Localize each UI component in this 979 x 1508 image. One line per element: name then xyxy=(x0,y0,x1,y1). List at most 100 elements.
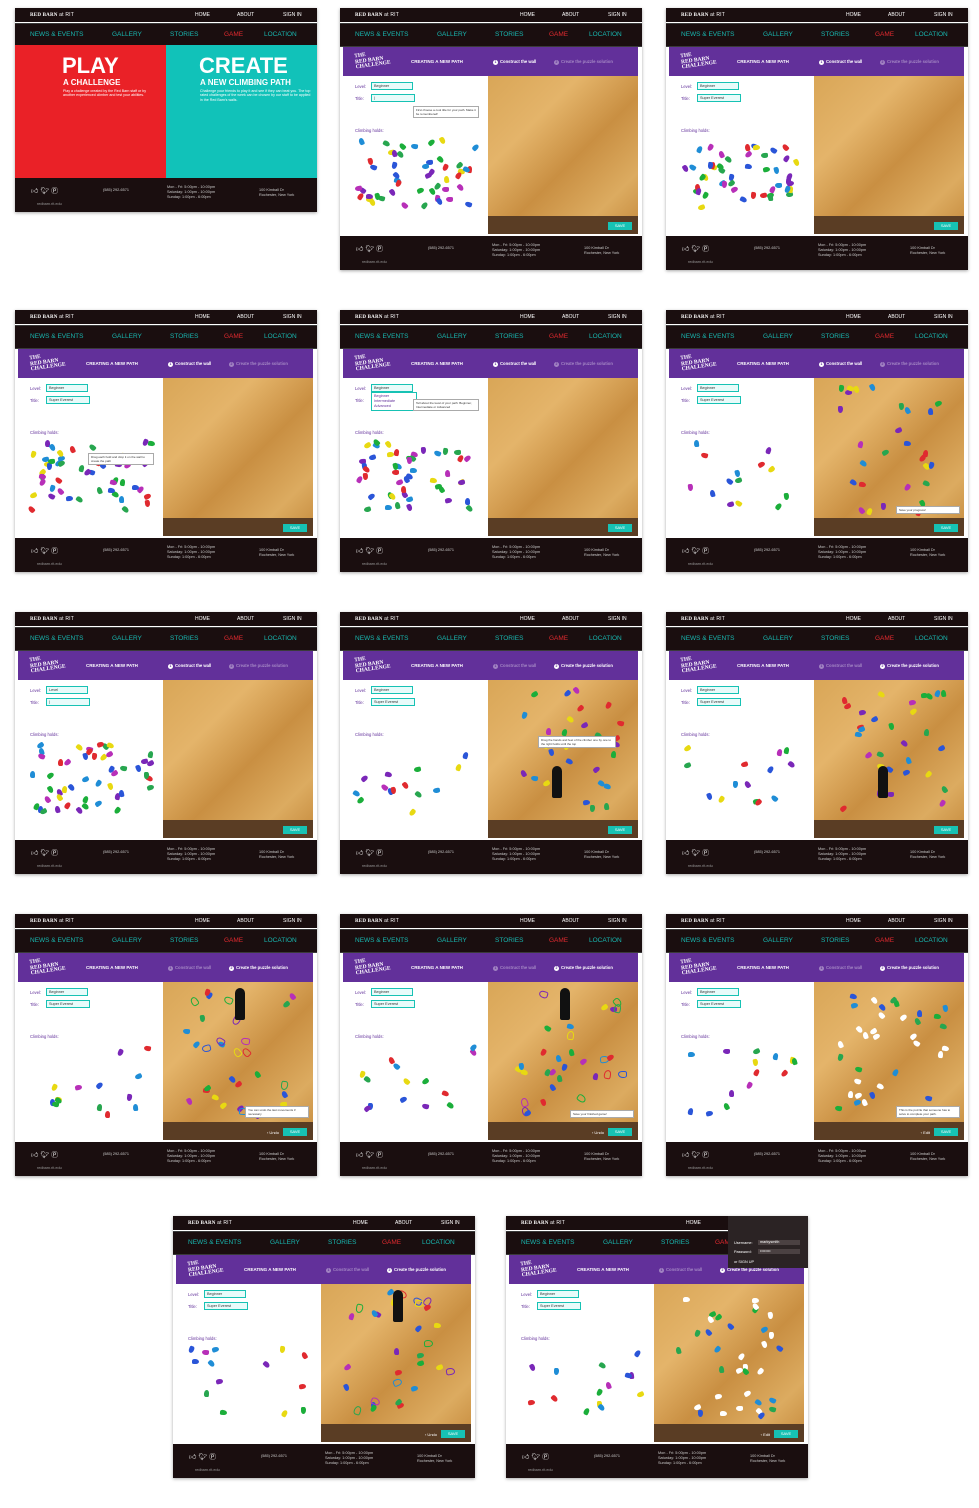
nav-stories[interactable]: STORIES xyxy=(821,333,849,340)
wall-hold[interactable] xyxy=(899,1013,909,1022)
twitter-icon[interactable]: 🐦︎ xyxy=(365,246,376,253)
wall-hold[interactable] xyxy=(616,719,625,727)
climbing-hold[interactable] xyxy=(261,1360,271,1369)
wall-hold[interactable] xyxy=(693,1328,701,1338)
climbing-hold[interactable] xyxy=(465,497,471,505)
climbing-wall[interactable]: Save your progress! SAVE xyxy=(814,378,964,536)
nav-game[interactable]: GAME xyxy=(224,937,243,944)
wall-hold[interactable] xyxy=(572,685,581,695)
pinterest-icon[interactable]: Ⓟ xyxy=(376,246,383,253)
nav-stories[interactable]: STORIES xyxy=(170,333,198,340)
save-button[interactable]: SAVE xyxy=(934,222,958,230)
wall-hold[interactable] xyxy=(606,1053,616,1062)
climbing-hold[interactable] xyxy=(783,492,790,501)
climbing-hold[interactable] xyxy=(424,172,433,180)
title-input[interactable]: | xyxy=(46,698,90,706)
wall-hold[interactable] xyxy=(891,1068,900,1077)
climbing-hold[interactable] xyxy=(682,762,692,770)
wall-hold[interactable] xyxy=(923,728,930,736)
wall-hold[interactable] xyxy=(280,1089,288,1099)
level-select[interactable]: Beginner xyxy=(371,686,413,694)
topnav-sign-in[interactable]: SIGN IN xyxy=(608,314,627,320)
title-input[interactable]: Super Everest xyxy=(371,1000,415,1008)
climbing-hold[interactable] xyxy=(733,780,739,788)
wall-hold[interactable] xyxy=(241,1037,251,1046)
nav-stories[interactable]: STORIES xyxy=(495,333,523,340)
wall-hold[interactable] xyxy=(530,776,538,782)
save-button[interactable]: SAVE xyxy=(441,1430,465,1438)
nav-location[interactable]: LOCATION xyxy=(915,333,948,340)
wall-hold[interactable] xyxy=(754,1398,763,1407)
wall-hold[interactable] xyxy=(912,1039,922,1048)
topnav-about[interactable]: ABOUT xyxy=(237,12,254,18)
wall-hold[interactable] xyxy=(342,1363,352,1372)
nav-location[interactable]: LOCATION xyxy=(589,333,622,340)
climbing-hold[interactable] xyxy=(421,1103,430,1111)
wall-hold[interactable] xyxy=(938,799,946,808)
climbing-hold[interactable] xyxy=(726,501,735,508)
climbing-hold[interactable] xyxy=(68,445,76,454)
wall-hold[interactable] xyxy=(519,768,528,778)
footer-site[interactable]: redbarn.rit.edu xyxy=(688,260,713,264)
footer-site[interactable]: redbarn.rit.edu xyxy=(362,260,387,264)
nav-location[interactable]: LOCATION xyxy=(264,31,297,38)
wall-hold[interactable] xyxy=(857,505,866,515)
title-input[interactable]: Super Everest xyxy=(697,1000,741,1008)
wall-hold[interactable] xyxy=(934,400,943,408)
climbing-hold[interactable] xyxy=(362,472,369,481)
nav-gallery[interactable]: GALLERY xyxy=(437,31,467,38)
level-select[interactable]: Beginner xyxy=(537,1290,579,1298)
topnav-about[interactable]: ABOUT xyxy=(562,918,579,924)
climbing-hold[interactable] xyxy=(734,476,743,484)
twitter-icon[interactable]: 🐦︎ xyxy=(691,246,702,253)
nav-location[interactable]: LOCATION xyxy=(589,31,622,38)
climbing-hold[interactable] xyxy=(50,1083,58,1092)
climbing-hold[interactable] xyxy=(437,485,446,495)
climbing-hold[interactable] xyxy=(395,478,404,486)
nav-news-events[interactable]: NEWS & EVENTS xyxy=(30,333,83,340)
step-puzzle-solution[interactable]: 2 Create the puzzle solution xyxy=(554,361,613,367)
step-construct-wall[interactable]: 1 Construct the wall xyxy=(168,965,211,971)
wall-hold[interactable] xyxy=(941,1004,949,1013)
save-button[interactable]: SAVE xyxy=(283,826,307,834)
climbing-hold[interactable] xyxy=(81,802,91,811)
climbing-hold[interactable] xyxy=(701,191,710,200)
title-input[interactable]: Super Everest xyxy=(697,396,741,404)
wall-hold[interactable] xyxy=(234,1079,244,1089)
thumbs-up-icon[interactable]: 👍︎ xyxy=(31,1152,40,1159)
climbing-hold[interactable] xyxy=(215,1377,224,1385)
wall-hold[interactable] xyxy=(736,1405,744,1411)
climbing-hold[interactable] xyxy=(706,142,715,152)
climbing-hold[interactable] xyxy=(767,465,776,474)
climbing-hold[interactable] xyxy=(783,746,790,755)
wall-hold[interactable] xyxy=(937,1050,943,1059)
climbing-hold[interactable] xyxy=(457,479,466,486)
twitter-icon[interactable]: 🐦︎ xyxy=(40,548,51,555)
climbing-hold[interactable] xyxy=(406,456,412,465)
wall-hold[interactable] xyxy=(768,1406,777,1413)
step-puzzle-solution[interactable]: 2 Create the puzzle solution xyxy=(880,663,939,669)
wall-hold[interactable] xyxy=(541,779,551,788)
wall-hold[interactable] xyxy=(529,690,539,698)
climbing-hold[interactable] xyxy=(368,198,377,208)
wall-hold[interactable] xyxy=(613,1003,623,1014)
climbing-hold[interactable] xyxy=(211,1345,220,1353)
twitter-icon[interactable]: 🐦︎ xyxy=(40,850,51,857)
title-input[interactable]: Super Everest xyxy=(371,698,415,706)
climbing-hold[interactable] xyxy=(46,784,55,794)
climber-figure[interactable] xyxy=(552,766,562,798)
climbing-hold[interactable] xyxy=(29,771,35,779)
topnav-sign-in[interactable]: SIGN IN xyxy=(608,918,627,924)
save-button[interactable]: SAVE xyxy=(934,826,958,834)
climbing-hold[interactable] xyxy=(390,149,398,158)
wall-hold[interactable] xyxy=(903,406,912,416)
climbing-hold[interactable] xyxy=(693,439,700,448)
climbing-hold[interactable] xyxy=(399,1095,408,1104)
wall-hold[interactable] xyxy=(837,1040,845,1049)
topnav-sign-in[interactable]: SIGN IN xyxy=(608,12,627,18)
climbing-hold[interactable] xyxy=(384,439,393,449)
level-select[interactable]: Beginner xyxy=(371,384,413,392)
wall-hold[interactable] xyxy=(760,1325,769,1334)
climbing-hold[interactable] xyxy=(471,143,480,153)
climbing-hold[interactable] xyxy=(729,1089,735,1097)
